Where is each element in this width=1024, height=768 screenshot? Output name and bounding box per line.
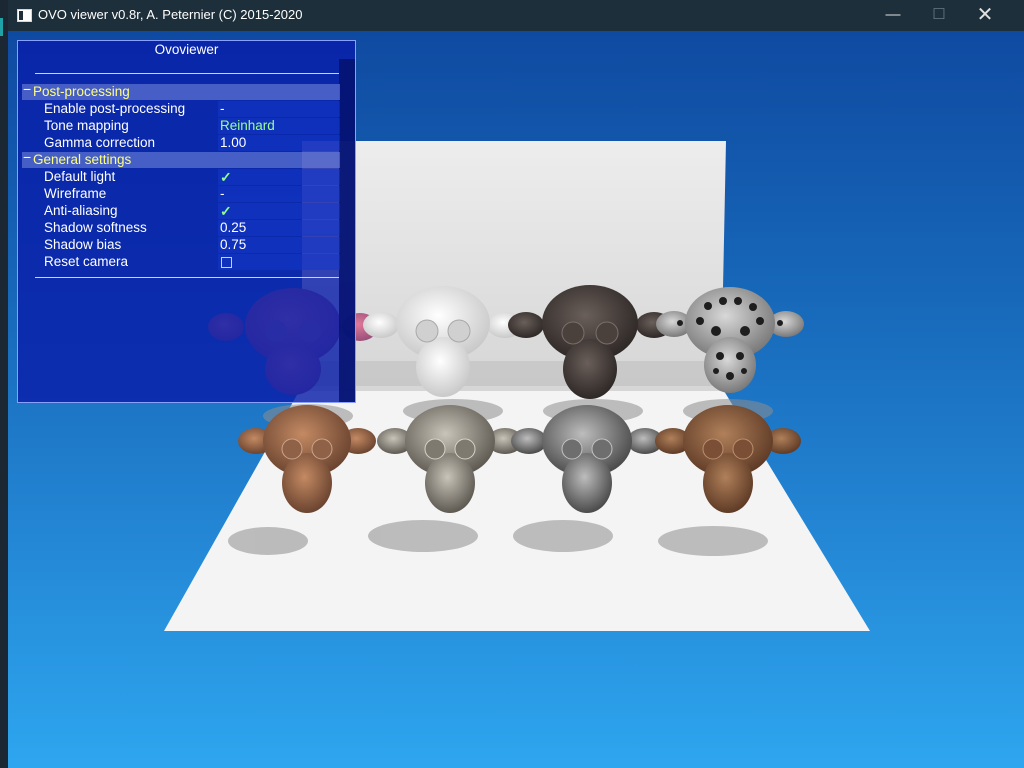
row-label: Reset camera — [44, 254, 129, 269]
row-anti-aliasing[interactable]: Anti-aliasing ✓ — [44, 203, 340, 219]
row-label: Gamma correction — [44, 135, 156, 150]
close-button[interactable]: ✕ — [962, 0, 1008, 31]
row-value: - — [220, 186, 225, 201]
row-label: Default light — [44, 169, 116, 184]
panel-title: Ovoviewer — [154, 42, 219, 57]
ovoviewer-panel[interactable]: Ovoviewer − Post-processing Enable post-… — [17, 40, 356, 403]
row-label: Anti-aliasing — [44, 203, 118, 218]
reset-camera-button[interactable] — [218, 254, 340, 270]
panel-scrollbar[interactable] — [339, 59, 355, 402]
row-shadow-bias[interactable]: Shadow bias 0.75 — [44, 237, 340, 253]
row-value: 1.00 — [220, 135, 247, 150]
shadow-softness-slider[interactable]: 0.25 — [218, 220, 340, 236]
panel-divider-bottom — [35, 277, 339, 278]
minimize-button[interactable]: — — [870, 0, 916, 31]
row-value: 0.25 — [220, 220, 247, 235]
checkmark-icon: ✓ — [220, 169, 232, 185]
section-post-processing[interactable]: − Post-processing — [22, 81, 340, 100]
row-reset-camera[interactable]: Reset camera — [44, 254, 340, 270]
checkmark-icon: ✓ — [220, 203, 232, 219]
row-value: Reinhard — [220, 118, 275, 133]
section-label: General settings — [33, 152, 132, 167]
row-gamma-correction[interactable]: Gamma correction 1.00 — [44, 135, 340, 151]
shadow-bias-slider[interactable]: 0.75 — [218, 237, 340, 253]
row-enable-post-processing[interactable]: Enable post-processing - — [44, 101, 340, 117]
gamma-correction-field[interactable]: 1.00 — [218, 135, 340, 151]
row-wireframe[interactable]: Wireframe - — [44, 186, 340, 202]
window-title: OVO viewer v0.8r, A. Peternier (C) 2015-… — [38, 7, 303, 22]
row-value: 0.75 — [220, 237, 247, 252]
row-default-light[interactable]: Default light ✓ — [44, 169, 340, 185]
desktop-accent — [0, 18, 3, 36]
post-processing-toggle[interactable]: - — [218, 101, 340, 117]
panel-divider-top — [35, 73, 339, 74]
collapse-icon[interactable]: − — [23, 149, 31, 165]
anti-aliasing-checkbox[interactable]: ✓ — [218, 203, 340, 219]
row-label: Tone mapping — [44, 118, 129, 133]
app-icon — [17, 9, 32, 22]
row-label: Shadow softness — [44, 220, 147, 235]
section-label: Post-processing — [33, 84, 130, 99]
tone-mapping-select[interactable]: Reinhard — [218, 118, 340, 134]
square-button-icon[interactable] — [221, 257, 232, 268]
row-tone-mapping[interactable]: Tone mapping Reinhard — [44, 118, 340, 134]
row-shadow-softness[interactable]: Shadow softness 0.25 — [44, 220, 340, 236]
wireframe-toggle[interactable]: - — [218, 186, 340, 202]
maximize-button[interactable]: ☐ — [916, 0, 962, 31]
section-general-settings[interactable]: − General settings — [22, 149, 340, 168]
row-value: - — [220, 101, 225, 116]
row-label: Enable post-processing — [44, 101, 186, 116]
desktop-edge — [0, 0, 8, 768]
back-wall — [302, 141, 726, 386]
collapse-icon[interactable]: − — [23, 81, 31, 97]
title-bar[interactable]: OVO viewer v0.8r, A. Peternier (C) 2015-… — [8, 0, 1024, 31]
default-light-checkbox[interactable]: ✓ — [218, 169, 340, 185]
row-label: Wireframe — [44, 186, 107, 201]
row-label: Shadow bias — [44, 237, 122, 252]
